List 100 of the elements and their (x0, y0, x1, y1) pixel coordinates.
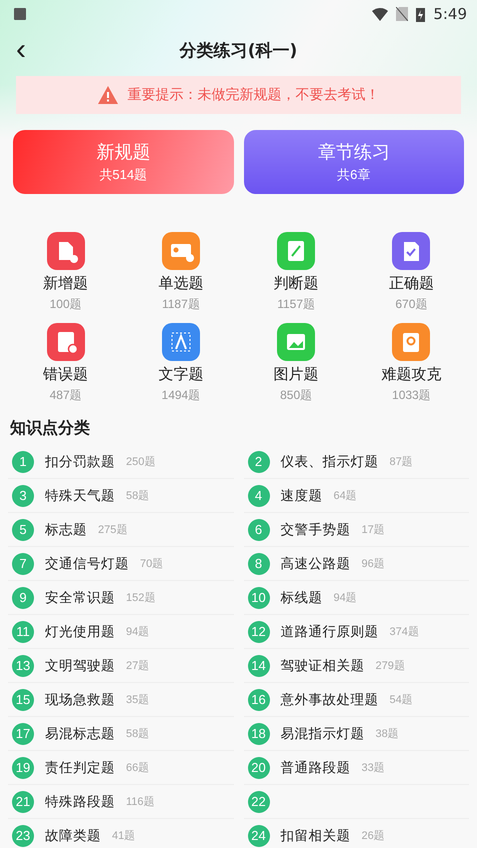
number-circle: 9 (12, 586, 34, 608)
number-circle: 14 (248, 654, 270, 676)
no-sim-icon (396, 7, 408, 21)
number-circle: 6 (248, 518, 270, 540)
topic-label: 现场急救题 (45, 690, 115, 708)
number-circle: 20 (248, 756, 270, 778)
topic-count: 41题 (112, 829, 136, 843)
topic-label: 道路通行原则题 (280, 622, 378, 640)
battery-icon (416, 6, 426, 22)
number-circle: 12 (248, 620, 270, 642)
topic-item[interactable]: 5 标志题 275题 (8, 513, 234, 547)
topic-count: 94题 (126, 625, 150, 639)
back-button[interactable]: ‹ (12, 35, 30, 65)
number-circle: 2 (248, 450, 270, 472)
topic-item[interactable]: 24 扣留相关题 26题 (244, 819, 469, 848)
topic-item[interactable]: 1 扣分罚款题 250题 (8, 445, 234, 479)
topic-item[interactable]: 19 责任判定题 66题 (8, 751, 234, 785)
category-item[interactable]: 单选题 1187题 (123, 232, 238, 313)
topic-item[interactable]: 11 灯光使用题 94题 (8, 615, 234, 649)
topic-count: 66题 (126, 761, 150, 775)
topic-count: 35题 (126, 693, 150, 707)
category-item[interactable]: 判断题 1157题 (238, 232, 354, 313)
topic-item[interactable]: 4 速度题 64题 (244, 479, 469, 513)
number-circle: 23 (12, 824, 34, 846)
category-item[interactable]: 难题攻克 1033题 (354, 323, 469, 404)
number-circle: 8 (248, 552, 270, 574)
page-title: 分类练习(科一) (180, 40, 298, 62)
category-item[interactable]: 图片题 850题 (238, 323, 354, 404)
topic-label: 意外事故处理题 (280, 690, 378, 708)
category-item[interactable]: 错误题 487题 (8, 323, 124, 404)
category-item[interactable]: 正确题 670题 (354, 232, 469, 313)
topic-label: 速度题 (280, 486, 322, 504)
number-circle: 15 (12, 688, 34, 710)
topic-item[interactable]: 23 故障类题 41题 (8, 819, 234, 848)
topic-item[interactable]: 13 文明驾驶题 27题 (8, 649, 234, 683)
topic-label: 易混指示灯题 (280, 724, 364, 742)
topic-count: 54题 (390, 693, 413, 707)
topic-label: 交通信号灯题 (45, 554, 129, 572)
number-circle: 10 (248, 586, 270, 608)
topic-item[interactable]: 9 安全常识题 152题 (8, 581, 234, 615)
topic-label: 灯光使用题 (45, 622, 115, 640)
topic-label: 交警手势题 (280, 520, 350, 538)
topic-count: 17题 (362, 523, 385, 537)
practice-button[interactable]: 章节练习 共6章 (244, 130, 464, 194)
notice-text: 重要提示：未做完新规题，不要去考试！ (128, 86, 380, 104)
number-circle: 18 (248, 722, 270, 744)
topic-label: 标线题 (280, 588, 322, 606)
warning-icon (98, 86, 118, 104)
topic-count: 38题 (376, 727, 399, 741)
topic-item[interactable]: 12 道路通行原则题 374题 (244, 615, 469, 649)
topic-count: 64题 (334, 489, 357, 503)
number-circle: 11 (12, 620, 34, 642)
topic-item[interactable]: 14 驾驶证相关题 279题 (244, 649, 469, 683)
number-circle: 21 (12, 790, 34, 812)
topic-item[interactable]: 3 特殊天气题 58题 (8, 479, 234, 513)
topic-label: 普通路段题 (280, 758, 350, 776)
topic-item[interactable]: 20 普通路段题 33题 (244, 751, 469, 785)
number-circle: 24 (248, 824, 270, 846)
topic-item[interactable]: 16 意外事故处理题 54题 (244, 683, 469, 717)
wifi-icon (372, 8, 388, 20)
section-title: 知识点分类 (10, 418, 91, 439)
topic-count: 27题 (126, 659, 150, 673)
topic-label: 故障类题 (45, 826, 101, 844)
topic-item[interactable]: 2 仪表、指示灯题 87题 (244, 445, 469, 479)
topic-label: 扣留相关题 (280, 826, 350, 844)
number-circle: 1 (12, 450, 34, 472)
number-circle: 17 (12, 722, 34, 744)
topic-count: 152题 (126, 591, 156, 605)
topic-item[interactable]: 6 交警手势题 17题 (244, 513, 469, 547)
topic-item[interactable]: 8 高速公路题 96题 (244, 547, 469, 581)
topic-count: 116题 (126, 795, 155, 809)
topic-item[interactable]: 15 现场急救题 35题 (8, 683, 234, 717)
topic-label: 安全常识题 (45, 588, 115, 606)
topic-count: 87题 (390, 455, 413, 469)
topic-item[interactable]: 18 易混指示灯题 38题 (244, 717, 469, 751)
topic-label: 驾驶证相关题 (280, 656, 364, 674)
number-circle: 13 (12, 654, 34, 676)
topic-count: 33题 (362, 761, 385, 775)
topic-label: 特殊天气题 (45, 486, 115, 504)
app-icon (14, 8, 26, 20)
number-circle: 7 (12, 552, 34, 574)
topic-item[interactable]: 17 易混标志题 58题 (8, 717, 234, 751)
topic-count: 70题 (140, 557, 164, 571)
topic-count: 58题 (126, 727, 150, 741)
category-item[interactable]: 新增题 100题 (8, 232, 124, 313)
topic-label: 特殊路段题 (45, 792, 115, 810)
topic-label: 标志题 (45, 520, 87, 538)
topic-label: 高速公路题 (280, 554, 350, 572)
topic-count: 279题 (376, 659, 405, 673)
topic-count: 58题 (126, 489, 150, 503)
topic-item[interactable]: 7 交通信号灯题 70题 (8, 547, 234, 581)
category-item[interactable]: 文字题 1494题 (123, 323, 238, 404)
number-circle: 16 (248, 688, 270, 710)
number-circle: 4 (248, 484, 270, 506)
topic-item[interactable]: 10 标线题 94题 (244, 581, 469, 615)
number-circle: 22 (248, 790, 270, 812)
topic-item[interactable]: 21 特殊路段题 116题 (8, 785, 234, 819)
topic-count: 96题 (362, 557, 385, 571)
topic-label: 文明驾驶题 (45, 656, 115, 674)
number-circle: 19 (12, 756, 34, 778)
